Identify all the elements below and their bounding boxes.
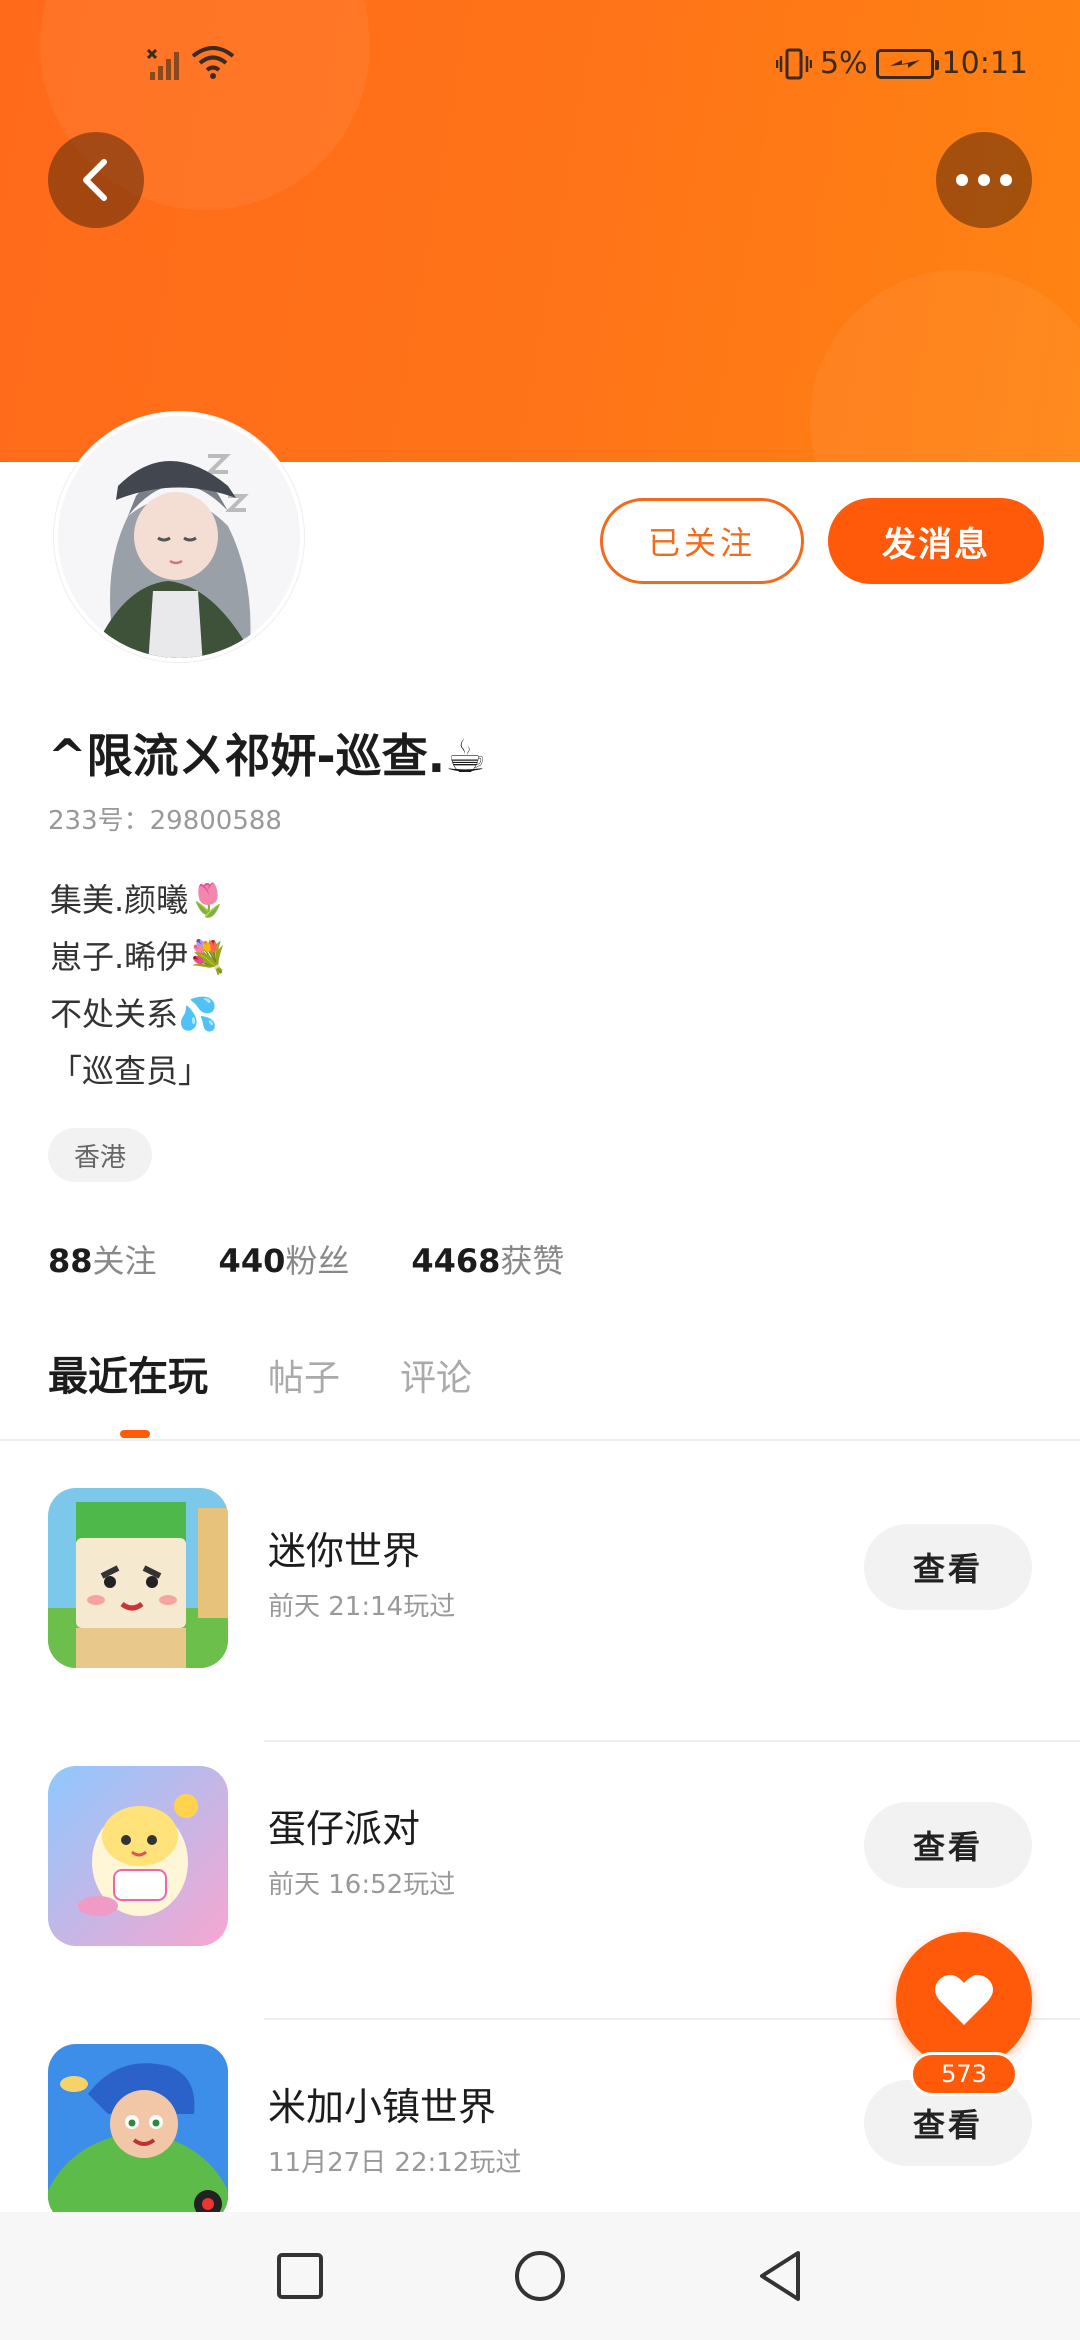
likes-label: 获赞 [500, 1242, 565, 1280]
battery-percent: 5% [819, 46, 868, 81]
user-nickname: ^限流ㄨ祁妍-巡查.☕ [48, 729, 487, 783]
user-avatar[interactable] [54, 412, 304, 662]
view-game-button[interactable]: 查看 [864, 1524, 1032, 1610]
tabs-divider [0, 1439, 1080, 1441]
profile-page: 5% 10:11 已关注 发消息 ^限流ㄨ祁妍-巡查.☕ 233号：298005… [0, 0, 1080, 2340]
user-id-label: 233号： [48, 806, 150, 836]
chevron-left-icon [83, 159, 107, 201]
fans-stat[interactable]: 440粉丝 [219, 1236, 350, 1282]
like-button[interactable] [896, 1932, 1032, 2068]
recent-apps-button[interactable] [260, 2236, 340, 2316]
likes-stat: 4468获赞 [411, 1236, 564, 1282]
like-count-badge: 573 [910, 2052, 1018, 2096]
home-button[interactable] [500, 2236, 580, 2316]
toca-town-icon [48, 2044, 228, 2224]
clock: 10:11 [941, 46, 1028, 81]
user-stats: 88关注 440粉丝 4468获赞 [48, 1236, 564, 1282]
bio-line: 崽子.晞伊💐 [50, 938, 229, 976]
last-played-time: 前天 16:52玩过 [268, 1870, 456, 1900]
cellular-signal-icon [146, 48, 179, 80]
view-game-button[interactable]: 查看 [864, 1802, 1032, 1888]
mini-world-icon [48, 1488, 228, 1668]
status-bar: 5% 10:11 [0, 40, 1080, 90]
game-name: 米加小镇世界 [268, 2085, 497, 2129]
following-count: 88 [48, 1242, 93, 1280]
bio-line: 集美.颜曦🌷 [50, 881, 229, 919]
user-id: 233号：29800588 [48, 800, 282, 837]
back-button[interactable] [48, 132, 144, 228]
likes-count: 4468 [411, 1242, 501, 1280]
vibrate-icon [775, 48, 812, 79]
fans-count: 440 [218, 1242, 286, 1280]
tab-posts[interactable]: 帖子 [268, 1349, 340, 1401]
active-tab-indicator [120, 1430, 150, 1438]
system-navigation-bar [0, 2212, 1080, 2340]
followed-button[interactable]: 已关注 [600, 498, 804, 584]
game-name: 迷你世界 [268, 1529, 421, 1573]
bio-line: 「巡查员」 [50, 1052, 211, 1090]
send-message-button[interactable]: 发消息 [828, 498, 1044, 584]
user-id-value: 29800588 [149, 806, 282, 836]
following-label: 关注 [92, 1242, 157, 1280]
following-stat[interactable]: 88关注 [48, 1236, 157, 1282]
tab-comments[interactable]: 评论 [400, 1349, 472, 1401]
tab-recently-played[interactable]: 最近在玩 [48, 1344, 208, 1402]
last-played-time: 前天 21:14玩过 [268, 1592, 456, 1622]
user-bio: 集美.颜曦🌷 崽子.晞伊💐 不处关系💦 「巡查员」 [50, 872, 228, 1100]
triangle-back-icon [760, 2251, 800, 2301]
eggy-party-icon [48, 1766, 228, 1946]
bio-line: 不处关系💦 [50, 995, 218, 1033]
last-played-time: 11月27日 22:12玩过 [268, 2148, 522, 2178]
profile-tabs: 最近在玩 帖子 评论 [48, 1344, 472, 1402]
more-options-button[interactable] [936, 132, 1032, 228]
avatar-illustration [58, 416, 300, 658]
wifi-icon [191, 46, 235, 79]
location-tag: 香港 [48, 1128, 153, 1182]
battery-charging-icon [875, 48, 939, 79]
more-dots-icon [956, 174, 1012, 186]
square-icon [277, 2253, 323, 2299]
fans-label: 粉丝 [285, 1242, 350, 1280]
heart-icon [935, 1974, 993, 2025]
game-list-item[interactable]: 迷你世界 前天 21:14玩过 查看 [0, 1464, 1080, 1742]
profile-banner: 5% 10:11 [0, 0, 1080, 462]
game-name: 蛋仔派对 [268, 1807, 421, 1851]
status-right: 5% 10:11 [775, 46, 1028, 81]
circle-icon [515, 2251, 565, 2301]
system-back-button[interactable] [740, 2236, 820, 2316]
